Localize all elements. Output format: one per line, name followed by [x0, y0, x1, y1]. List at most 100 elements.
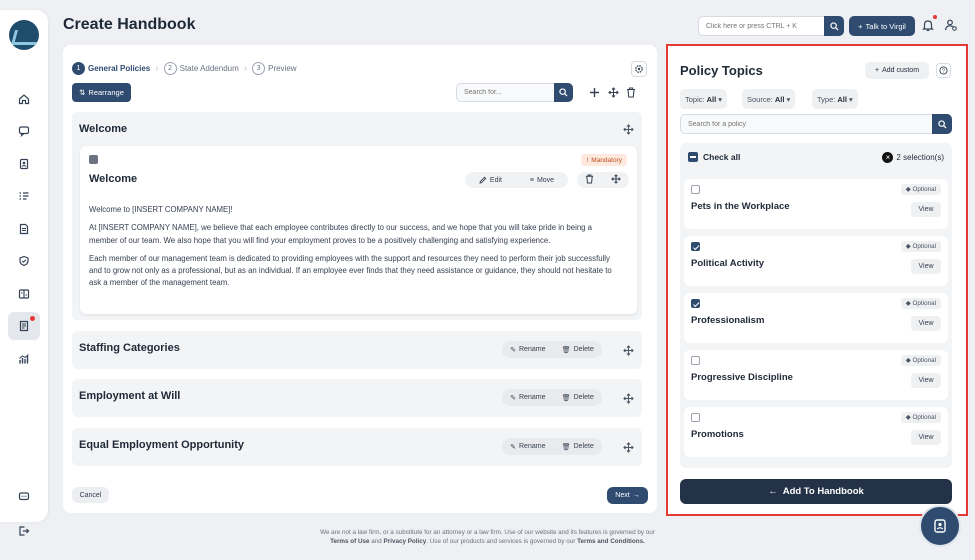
checklist-icon[interactable]: [8, 182, 40, 210]
optional-tag: ◆ Optional: [900, 412, 941, 423]
source-filter[interactable]: Source: All ▾: [742, 89, 796, 109]
edit-icon: [479, 176, 487, 184]
cancel-button[interactable]: Cancel: [72, 487, 109, 503]
help-icon[interactable]: ?: [936, 63, 951, 78]
handbook-editor: 1 General Policies › 2 State Addendum › …: [63, 45, 657, 513]
assistant-fab[interactable]: [919, 505, 961, 547]
next-button[interactable]: Next →: [607, 487, 648, 504]
svg-text:?: ?: [942, 68, 945, 74]
add-custom-button[interactable]: + Add custom: [865, 62, 929, 79]
optional-tag: ◆ Optional: [900, 298, 941, 309]
trash-icon[interactable]: [624, 85, 638, 99]
step-indicator: 1 General Policies › 2 State Addendum › …: [72, 62, 297, 75]
delete-button[interactable]: 🗑 Delete: [562, 394, 594, 402]
talk-to-virgil-button[interactable]: + Talk to Virgil: [849, 16, 915, 36]
step-preview[interactable]: 3 Preview: [252, 62, 297, 75]
check-all-toggle[interactable]: Check all: [688, 152, 740, 162]
handbook-icon[interactable]: [8, 312, 40, 340]
policy-checkbox[interactable]: [691, 185, 700, 194]
add-to-handbook-button[interactable]: ← Add To Handbook: [680, 479, 952, 504]
trash-icon: 🗑: [561, 346, 571, 354]
caret-down-icon: ▾: [786, 94, 791, 104]
policy-name: Professionalism: [691, 315, 765, 326]
id-badge-icon[interactable]: [8, 150, 40, 178]
terms-of-use-link[interactable]: Terms of Use: [330, 538, 369, 545]
delete-button[interactable]: 🗑 Delete: [562, 346, 594, 354]
type-filter[interactable]: Type: All ▾: [812, 89, 858, 109]
search-icon[interactable]: [932, 114, 952, 134]
feedback-icon[interactable]: [8, 483, 40, 511]
global-search-input[interactable]: [699, 22, 823, 30]
search-icon[interactable]: [824, 16, 844, 36]
rename-button[interactable]: ✎ Rename: [510, 394, 545, 402]
drag-handle-icon[interactable]: [622, 344, 634, 356]
checkbox-indeterminate[interactable]: [688, 152, 698, 162]
section-actions: ✎ Rename 🗑 Delete: [502, 389, 602, 406]
tag-icon: ◆: [905, 357, 911, 364]
delete-drag-controls: [577, 172, 629, 188]
step-general-policies[interactable]: 1 General Policies: [72, 62, 150, 75]
app-logo[interactable]: [9, 20, 39, 50]
logout-icon[interactable]: [8, 517, 40, 545]
view-button[interactable]: View: [911, 202, 941, 217]
topic-filter[interactable]: Topic: All ▾: [680, 89, 727, 109]
home-icon[interactable]: [8, 85, 40, 113]
trash-icon[interactable]: [585, 174, 594, 186]
policy-search[interactable]: [680, 114, 952, 134]
view-button[interactable]: View: [911, 316, 941, 331]
legal-footer: We are not a law firm, or a substitute f…: [320, 529, 655, 545]
policy-name: Pets in the Workplace: [691, 201, 790, 212]
rearrange-button[interactable]: ⇅ Rearrange: [72, 83, 131, 102]
user-settings-icon[interactable]: [944, 18, 960, 34]
view-button[interactable]: View: [911, 373, 941, 388]
chat-icon[interactable]: [8, 117, 40, 145]
policy-checkbox[interactable]: [691, 356, 700, 365]
notification-dot: [30, 316, 35, 321]
view-button[interactable]: View: [911, 430, 941, 445]
add-icon[interactable]: [587, 85, 601, 99]
section-search[interactable]: [456, 83, 573, 102]
drag-handle-icon[interactable]: [622, 441, 634, 453]
panel-title: Policy Topics: [680, 63, 763, 78]
global-search[interactable]: [698, 16, 844, 36]
sort-icon: ⇅: [79, 88, 86, 97]
bell-icon[interactable]: [921, 15, 937, 34]
edit-move-controls: Edit ≡ Move: [465, 172, 568, 188]
page-title: Create Handbook: [63, 16, 196, 33]
delete-button[interactable]: 🗑 Delete: [562, 443, 594, 451]
rename-button[interactable]: ✎ Rename: [510, 346, 545, 354]
analytics-icon[interactable]: [8, 345, 40, 373]
compare-icon[interactable]: [8, 280, 40, 308]
edit-button[interactable]: Edit: [479, 176, 502, 184]
policy-card-welcome: ! Mandatory Welcome Edit ≡ Move Welcome …: [80, 146, 637, 314]
drag-handle-icon[interactable]: [610, 174, 621, 186]
chevron-right-icon: ›: [243, 63, 248, 74]
rename-icon: ✎: [510, 346, 516, 354]
terms-conditions-link[interactable]: Terms and Conditions.: [577, 538, 645, 545]
gear-icon[interactable]: [631, 61, 647, 77]
rename-button[interactable]: ✎ Rename: [510, 443, 545, 451]
step-state-addendum[interactable]: 2 State Addendum: [163, 62, 239, 75]
privacy-policy-link[interactable]: Privacy Policy: [384, 538, 427, 545]
policy-checkbox[interactable]: [691, 242, 700, 251]
move-button[interactable]: ≡ Move: [530, 177, 554, 184]
search-icon[interactable]: [554, 83, 573, 102]
view-button[interactable]: View: [911, 259, 941, 274]
clear-selection-icon[interactable]: ×: [882, 152, 894, 163]
trash-icon: 🗑: [561, 394, 571, 402]
drag-handle-icon[interactable]: [622, 392, 634, 404]
shield-icon[interactable]: [8, 247, 40, 275]
chevron-right-icon: ›: [155, 63, 159, 74]
section-title: Welcome: [79, 123, 128, 135]
policy-search-input[interactable]: [681, 115, 921, 133]
move-icon[interactable]: [606, 85, 620, 99]
section-search-input[interactable]: [457, 89, 552, 96]
section-equal-employment-opportunity: Equal Employment Opportunity ✎ Rename 🗑 De…: [72, 428, 642, 466]
policy-checkbox[interactable]: [691, 299, 700, 308]
drag-handle-icon[interactable]: [622, 123, 634, 135]
policy-checkbox[interactable]: [691, 413, 700, 422]
plus-icon: +: [858, 21, 863, 31]
optional-tag: ◆ Optional: [900, 241, 941, 252]
tag-icon: ◆: [905, 243, 911, 250]
document-icon[interactable]: [8, 215, 40, 243]
